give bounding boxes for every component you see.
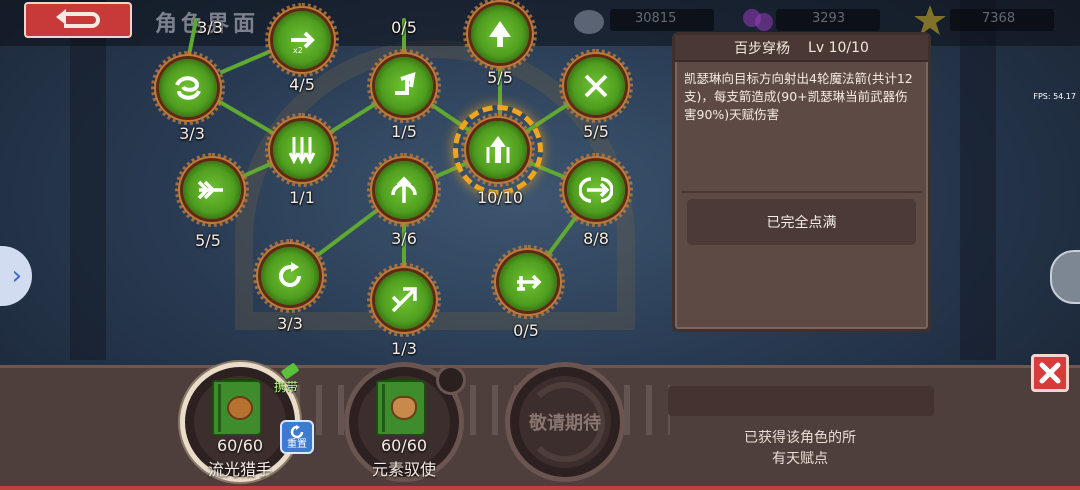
split-arrow-icon: [517, 274, 542, 291]
talent-node[interactable]: [151, 51, 225, 125]
max-level-status-button[interactable]: 已完全点满: [687, 199, 916, 245]
hunter-emblem-icon: [227, 396, 253, 420]
talent-level: 3/3: [179, 124, 205, 143]
reset-icon: [290, 424, 304, 438]
book-name: 流光猎手: [207, 460, 272, 479]
bow-icon: [391, 176, 417, 203]
talent-level: 1/5: [391, 122, 417, 141]
talent-node[interactable]: [559, 153, 633, 227]
reset-label: 重置: [287, 438, 307, 450]
reset-talents-button[interactable]: 重置: [280, 420, 314, 454]
double-arrow-icon: x2: [291, 31, 315, 55]
talent-node[interactable]: x2: [265, 3, 339, 77]
talent-node[interactable]: [265, 113, 339, 187]
talent-level: 3/3: [277, 314, 303, 333]
fletching-icon: [197, 180, 223, 200]
panel-divider: [681, 191, 922, 193]
crossed-arrows-icon: [584, 74, 608, 98]
talent-node[interactable]: [367, 49, 441, 123]
close-button[interactable]: [1031, 354, 1069, 392]
talent-level: 5/5: [487, 68, 513, 87]
talent-node[interactable]: [253, 239, 327, 313]
arrow-up-icon: [489, 21, 511, 47]
info-strip: [668, 386, 934, 416]
talent-node[interactable]: [559, 49, 633, 123]
talent-level: 8/8: [583, 229, 609, 248]
green-book-icon: [212, 380, 262, 436]
talent-level: 1/1: [289, 188, 315, 207]
book-indicator-dot: [436, 365, 466, 395]
boots-arrow-icon: [395, 72, 416, 95]
talent-node[interactable]: [367, 153, 441, 227]
green-book-icon: [376, 380, 426, 436]
talent-node[interactable]: [463, 0, 537, 71]
talent-level: 1/3: [391, 339, 417, 358]
talent-detail-header: 百步穿杨 Lv 10/10: [675, 35, 928, 62]
talent-level: 5/5: [583, 122, 609, 141]
coming-soon-label: 敬请期待: [529, 413, 601, 434]
piercing-arrow-icon: [579, 177, 613, 203]
book-name: 元素驭使: [371, 460, 436, 479]
talent-description: 凯瑟琳向目标方向射出4轮魔法箭(共计12支)，每支箭造成(90+凯瑟琳当前武器伤…: [684, 71, 913, 122]
info-line-2: 有天赋点: [772, 451, 828, 467]
talent-level: 10/10: [476, 188, 524, 207]
talent-node-selected[interactable]: [453, 105, 543, 195]
talent-level-label: Lv 10/10: [808, 39, 869, 56]
triple-arrow-icon: [486, 136, 510, 163]
swirl-icon: [175, 76, 201, 100]
talent-level: 0/5: [391, 18, 417, 37]
talent-level: 3/6: [391, 229, 417, 248]
talent-node[interactable]: [491, 245, 565, 319]
svg-text:x2: x2: [293, 46, 303, 55]
talent-book-slot-locked[interactable]: 敬请期待: [505, 362, 625, 482]
talent-level: 3/3: [197, 18, 223, 37]
deer-emblem-icon: [391, 396, 417, 420]
arrow-rain-icon: [288, 137, 316, 165]
diagonal-arrow-icon: [391, 287, 417, 313]
talent-name: 百步穿杨: [734, 40, 791, 57]
talent-level: 4/5: [289, 75, 315, 94]
all-points-obtained-text: 已获得该角色的所 有天赋点: [700, 428, 900, 470]
talent-node[interactable]: [175, 153, 249, 227]
carry-label: 携带: [274, 380, 299, 394]
bottom-edge: [0, 486, 1080, 490]
refresh-icon: [279, 262, 301, 287]
close-icon: [1039, 362, 1061, 384]
talent-level: 0/5: [513, 321, 539, 340]
carry-badge: 携带: [274, 362, 302, 396]
talent-detail-panel: 百步穿杨 Lv 10/10 凯瑟琳向目标方向射出4轮魔法箭(共计12支)，每支箭…: [672, 32, 931, 332]
info-line-1: 已获得该角色的所: [744, 430, 856, 446]
book-points: 60/60: [380, 436, 428, 455]
talent-node[interactable]: [367, 263, 441, 337]
talent-level: 5/5: [195, 231, 221, 250]
